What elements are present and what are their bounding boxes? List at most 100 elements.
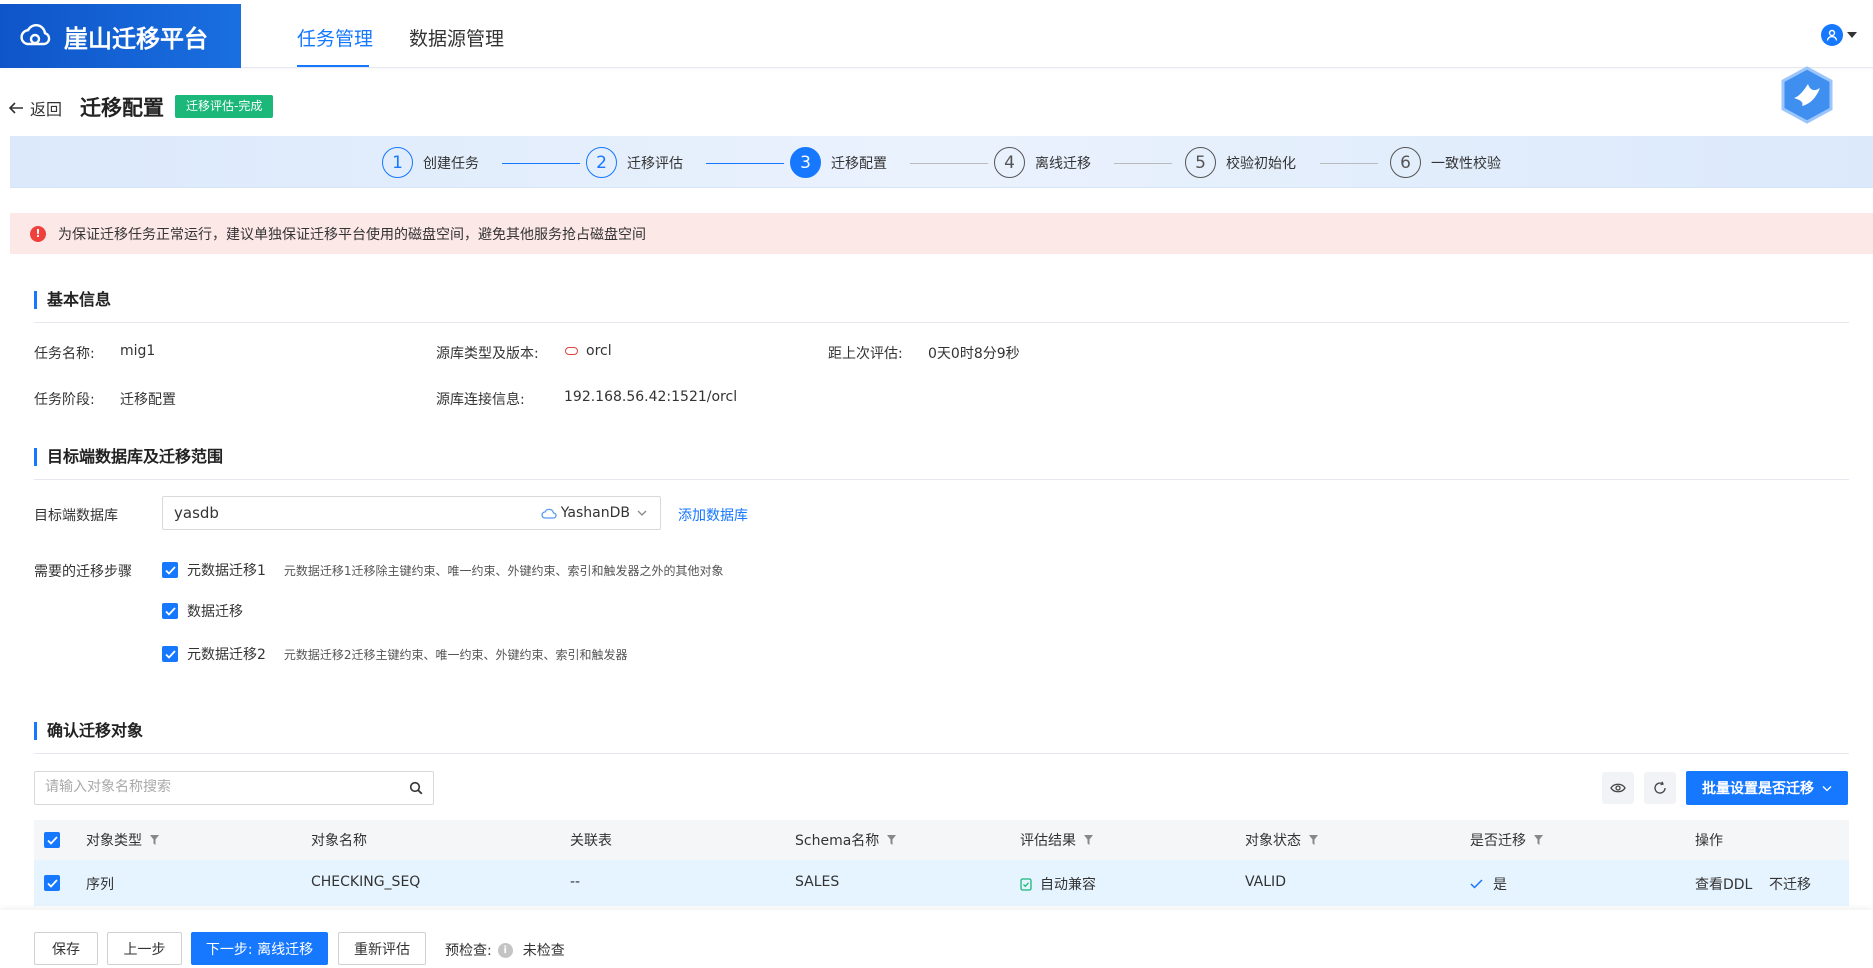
alert-text: 为保证迁移任务正常运行，建议单独保证迁移平台使用的磁盘空间，避免其他服务抢占磁盘… (58, 226, 646, 243)
progress-steps: 1 创建任务 2 迁移评估 3 迁移配置 4 离线迁移 5 校验初始化 6 一致… (10, 136, 1873, 188)
cell-object-name: CHECKING_SEQ (311, 874, 421, 890)
tab-task-management[interactable]: 任务管理 (297, 24, 373, 51)
checkbox-checked-icon[interactable] (44, 832, 60, 848)
task-stage-value: 迁移配置 (120, 392, 176, 408)
step-label: 迁移配置 (831, 155, 887, 172)
select-all-checkbox[interactable] (44, 832, 60, 848)
filter-icon[interactable] (1534, 835, 1543, 845)
active-tab-underline (297, 65, 369, 67)
disk-warning-alert: ! 为保证迁移任务正常运行，建议单独保证迁移平台使用的磁盘空间，避免其他服务抢占… (10, 213, 1873, 254)
filter-icon[interactable] (887, 835, 897, 845)
add-database-link[interactable]: 添加数据库 (678, 505, 748, 525)
last-eval-label: 距上次评估: (828, 346, 903, 362)
filter-icon[interactable] (1084, 835, 1093, 845)
target-db-select[interactable]: yasdb YashanDB (162, 496, 661, 530)
migration-steps-label: 需要的迁移步骤 (34, 564, 132, 580)
filter-icon[interactable] (150, 835, 159, 845)
chevron-down-icon (1822, 785, 1832, 791)
step-consistency-check: 6 一致性校验 (1390, 147, 1501, 178)
table-header: 对象类型 对象名称 关联表 Schema名称 评估结果 对象状态 是否迁移 操作 (34, 820, 1849, 860)
previous-step-button[interactable]: 上一步 (107, 932, 182, 965)
checkbox-data-migration[interactable]: 数据迁移 (162, 601, 243, 621)
search-input[interactable] (45, 779, 395, 795)
task-name-label: 任务名称: (34, 346, 95, 362)
step-connector (910, 163, 988, 164)
task-stage-label: 任务阶段: (34, 392, 95, 408)
checkbox-checked-icon[interactable] (162, 646, 178, 662)
eval-result-text: 自动兼容 (1040, 877, 1096, 893)
filter-icon[interactable] (1309, 835, 1318, 845)
column-visibility-button[interactable] (1602, 772, 1634, 804)
step-label: 一致性校验 (1431, 155, 1501, 172)
object-search-box (34, 771, 434, 805)
step-label: 迁移评估 (627, 155, 683, 172)
next-step-button[interactable]: 下一步: 离线迁移 (191, 932, 328, 965)
step-label: 创建任务 (423, 155, 479, 172)
step-create-task: 1 创建任务 (382, 147, 479, 178)
do-not-migrate-link[interactable]: 不迁移 (1769, 874, 1811, 894)
column-label: 评估结果 (1020, 833, 1076, 849)
step-number: 4 (994, 147, 1025, 178)
source-conn-value: 192.168.56.42:1521/orcl (564, 389, 738, 405)
row-checkbox[interactable] (44, 875, 60, 891)
target-db-label: 目标端数据库 (34, 508, 118, 524)
eye-icon (1610, 783, 1626, 793)
step-migration-eval: 2 迁移评估 (586, 147, 683, 178)
db-type-tag: YashanDB (541, 505, 648, 521)
re-evaluate-button[interactable]: 重新评估 (338, 932, 426, 965)
precheck-status: 预检查: i 未检查 (445, 940, 565, 960)
view-ddl-link[interactable]: 查看DDL (1695, 874, 1752, 894)
step-label: 离线迁移 (1035, 155, 1091, 172)
cloud-logo-icon (20, 24, 51, 46)
step-connector (1114, 163, 1172, 164)
step-connector (502, 163, 580, 164)
batch-set-migrate-button[interactable]: 批量设置是否迁移 (1686, 771, 1848, 805)
bird-mascot-icon (1781, 66, 1833, 124)
column-label: Schema名称 (795, 833, 880, 849)
source-type-label: 源库类型及版本: (436, 346, 539, 362)
top-navbar: 崖山迁移平台 任务管理 数据源管理 (0, 0, 1873, 68)
column-header-object-status: 对象状态 (1245, 830, 1318, 850)
step-connector (1320, 163, 1378, 164)
step-number: 1 (382, 147, 413, 178)
checkbox-metadata-1[interactable]: 元数据迁移1 元数据迁移1迁移除主键约束、唯一约束、外键约束、索引和触发器之外的… (162, 560, 724, 580)
tab-datasource-management[interactable]: 数据源管理 (409, 24, 504, 51)
info-icon: i (497, 942, 513, 958)
app-logo[interactable]: 崖山迁移平台 (0, 4, 241, 68)
step-number: 2 (586, 147, 617, 178)
checkbox-checked-icon[interactable] (162, 562, 178, 578)
column-header-object-name: 对象名称 (311, 833, 367, 849)
divider (34, 479, 1849, 480)
checkbox-label: 元数据迁移1 (187, 563, 266, 579)
checkbox-checked-icon[interactable] (44, 875, 60, 891)
table-row: 序列 CHECKING_SEQ -- SALES 自动兼容 VALID 是 查看… (34, 860, 1849, 906)
step-number: 5 (1185, 147, 1216, 178)
arrow-left-icon (8, 102, 23, 114)
column-header-schema: Schema名称 (795, 830, 897, 850)
back-button[interactable]: 返回 (8, 96, 62, 120)
save-button[interactable]: 保存 (34, 932, 98, 965)
section-title-target: 目标端数据库及迁移范围 (34, 448, 223, 466)
step-connector (706, 163, 784, 164)
cell-eval-result: 自动兼容 (1020, 874, 1096, 894)
status-badge: 迁移评估-完成 (175, 95, 274, 118)
column-header-actions: 操作 (1695, 833, 1723, 849)
batch-button-label: 批量设置是否迁移 (1702, 781, 1814, 797)
chevron-down-icon (637, 510, 647, 516)
column-header-eval-result: 评估结果 (1020, 830, 1093, 850)
section-title-basic-info: 基本信息 (34, 291, 111, 309)
search-icon[interactable] (409, 781, 423, 795)
refresh-icon (1654, 781, 1666, 794)
checkbox-checked-icon[interactable] (162, 603, 178, 619)
checkbox-description: 元数据迁移2迁移主键约束、唯一约束、外键约束、索引和触发器 (283, 647, 628, 662)
user-menu[interactable] (1821, 24, 1857, 46)
refresh-button[interactable] (1644, 772, 1676, 804)
user-avatar-icon (1821, 24, 1843, 46)
step-offline-migration: 4 离线迁移 (994, 147, 1091, 178)
cell-object-type: 序列 (86, 877, 114, 893)
precheck-value: 未检查 (522, 943, 565, 959)
checkbox-metadata-2[interactable]: 元数据迁移2 元数据迁移2迁移主键约束、唯一约束、外键约束、索引和触发器 (162, 644, 628, 664)
step-migration-config: 3 迁移配置 (790, 147, 887, 178)
last-eval-value: 0天0时8分9秒 (928, 346, 1020, 362)
divider (34, 753, 1849, 754)
